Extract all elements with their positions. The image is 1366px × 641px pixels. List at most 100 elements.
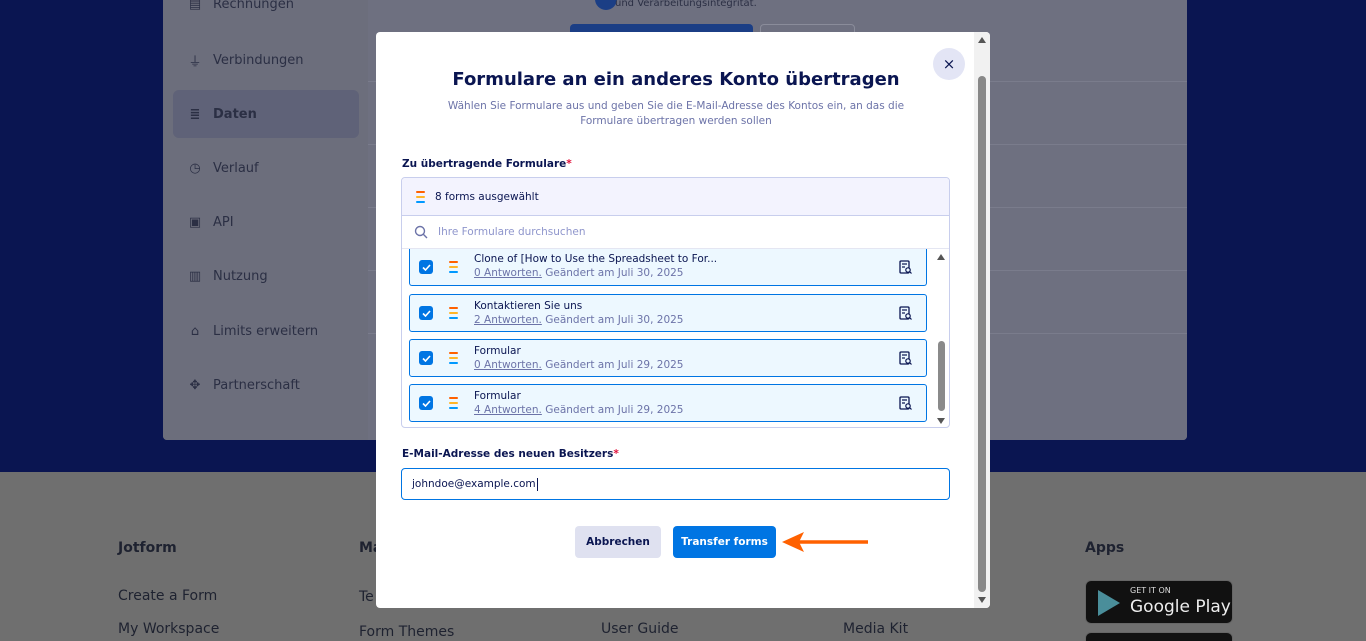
dialog-title: Formulare an ein anderes Konto übertrage…: [452, 69, 900, 90]
email-value: johndoe@example.com: [412, 478, 536, 490]
annotation-arrow-icon: [782, 532, 868, 552]
selected-count-header[interactable]: 8 forms ausgewählt: [402, 178, 949, 216]
scrollbar-thumb[interactable]: [938, 341, 945, 411]
plug-icon: ⏚: [188, 54, 202, 70]
footer-link-media-kit[interactable]: Media Kit: [843, 621, 908, 637]
google-play-badge[interactable]: GET IT ON Google Play: [1085, 580, 1233, 624]
sidebar-item-nutzung[interactable]: ▥ Nutzung: [173, 252, 359, 300]
form-list-item[interactable]: Formular 0 Antworten. Geändert am Juli 2…: [409, 339, 927, 377]
form-icon: [449, 307, 458, 319]
form-modified: Geändert am Juli 29, 2025: [545, 404, 684, 416]
form-meta: 0 Antworten. Geändert am Juli 30, 2025: [474, 267, 683, 279]
invoice-icon: ▤: [188, 0, 202, 12]
database-icon: ≣: [189, 106, 201, 122]
email-label-text: E-Mail-Adresse des neuen Besitzers: [402, 448, 614, 460]
form-responses-link[interactable]: 0 Antworten.: [474, 359, 542, 371]
check-icon: [421, 263, 431, 271]
form-icon: [416, 190, 425, 203]
form-responses-link[interactable]: 2 Antworten.: [474, 314, 542, 326]
form-list-item[interactable]: Clone of [How to Use the Spreadsheet to …: [409, 249, 927, 286]
text-caret: [536, 477, 538, 491]
sidebar-item-label: Verlauf: [213, 160, 259, 176]
form-title: Kontaktieren Sie uns: [474, 300, 583, 312]
sidebar-item-label: Verbindungen: [213, 52, 304, 68]
form-list-item[interactable]: Formular 4 Antworten. Geändert am Juli 2…: [409, 384, 927, 422]
handshake-icon: ✥: [189, 377, 201, 393]
footer-link-col2-first[interactable]: Te: [359, 589, 374, 605]
form-checkbox[interactable]: [419, 260, 433, 274]
compliance-text: und Verarbeitungsintegrität.: [615, 0, 757, 9]
form-checkbox[interactable]: [419, 351, 433, 365]
forms-list: Clone of [How to Use the Spreadsheet to …: [402, 249, 932, 427]
footer-link-user-guide[interactable]: User Guide: [601, 621, 678, 637]
form-preview-icon[interactable]: [899, 306, 912, 321]
form-preview-icon[interactable]: [899, 260, 912, 275]
gift-icon: ⌂: [190, 323, 200, 339]
scroll-up-icon[interactable]: [937, 254, 945, 260]
form-meta: 2 Antworten. Geändert am Juli 30, 2025: [474, 314, 683, 326]
form-responses-link[interactable]: 0 Antworten.: [474, 267, 542, 279]
form-checkbox[interactable]: [419, 306, 433, 320]
scroll-down-icon[interactable]: [978, 597, 986, 603]
selected-count: 8 forms ausgewählt: [435, 190, 539, 203]
transfer-forms-button[interactable]: Transfer forms: [673, 526, 776, 558]
forms-list-scrollbar[interactable]: [933, 249, 949, 427]
sidebar-item-label: Rechnungen: [213, 0, 295, 12]
scrollbar-thumb[interactable]: [978, 76, 986, 592]
form-checkbox[interactable]: [419, 396, 433, 410]
check-icon: [421, 399, 431, 407]
search-input[interactable]: Ihre Formulare durchsuchen: [438, 226, 585, 238]
dialog-subtitle: Wählen Sie Formulare aus und geben Sie d…: [447, 100, 905, 127]
footer-link-create-form[interactable]: Create a Form: [118, 588, 217, 604]
sidebar-item-label: Daten: [213, 106, 257, 122]
form-search[interactable]: Ihre Formulare durchsuchen: [402, 216, 949, 249]
sidebar-item-verbindungen[interactable]: ⏚ Verbindungen: [173, 36, 359, 84]
history-icon: ◷: [189, 160, 201, 176]
footer-link-form-themes[interactable]: Form Themes: [359, 624, 454, 640]
scroll-up-icon[interactable]: [978, 37, 986, 43]
form-title: Clone of [How to Use the Spreadsheet to …: [474, 253, 718, 265]
sidebar-item-label: Limits erweitern: [213, 323, 319, 339]
sidebar-item-verlauf[interactable]: ◷ Verlauf: [173, 144, 359, 192]
cancel-button[interactable]: Abbrechen: [575, 526, 661, 558]
form-modified: Geändert am Juli 29, 2025: [545, 359, 684, 371]
form-preview-icon[interactable]: [899, 396, 912, 411]
footer-link-my-workspace[interactable]: My Workspace: [118, 621, 219, 637]
check-icon: [421, 309, 431, 317]
form-icon: [449, 397, 458, 409]
transfer-forms-dialog: × Formulare an ein anderes Konto übertra…: [376, 32, 990, 608]
email-field[interactable]: johndoe@example.com: [401, 468, 950, 500]
app-store-badge[interactable]: [1085, 632, 1233, 641]
form-title: Formular: [474, 390, 521, 402]
form-preview-icon[interactable]: [899, 351, 912, 366]
api-icon: ▣: [188, 214, 202, 230]
badge-big-text: Google Play: [1130, 597, 1231, 617]
scroll-down-icon[interactable]: [937, 418, 945, 424]
form-title: Formular: [474, 345, 521, 357]
sidebar-item-limits[interactable]: ⌂ Limits erweitern: [173, 307, 359, 355]
email-label: E-Mail-Adresse des neuen Besitzers*: [402, 448, 619, 460]
sidebar-item-daten[interactable]: ≣ Daten: [173, 90, 359, 138]
footer-heading-apps: Apps: [1085, 540, 1125, 556]
form-meta: 0 Antworten. Geändert am Juli 29, 2025: [474, 359, 683, 371]
form-list-item[interactable]: Kontaktieren Sie uns 2 Antworten. Geände…: [409, 294, 927, 332]
forms-label: Zu übertragende Formulare*: [402, 158, 572, 170]
forms-label-text: Zu übertragende Formulare: [402, 158, 567, 170]
required-mark: *: [566, 158, 572, 170]
form-responses-link[interactable]: 4 Antworten.: [474, 404, 542, 416]
sidebar-item-api[interactable]: ▣ API: [173, 198, 359, 246]
check-icon: [421, 354, 431, 362]
form-meta: 4 Antworten. Geändert am Juli 29, 2025: [474, 404, 683, 416]
search-icon: [414, 225, 428, 239]
sidebar-item-label: Partnerschaft: [213, 377, 300, 393]
dialog-scrollbar[interactable]: [974, 32, 990, 608]
form-modified: Geändert am Juli 30, 2025: [545, 314, 684, 326]
form-icon: [449, 261, 458, 273]
footer-heading-jotform: Jotform: [118, 540, 177, 556]
sidebar-item-label: Nutzung: [213, 268, 268, 284]
sidebar-item-partnerschaft[interactable]: ✥ Partnerschaft: [173, 361, 359, 409]
badge-small-text: GET IT ON: [1130, 586, 1171, 595]
sidebar-item-rechnungen[interactable]: ▤ Rechnungen: [173, 0, 359, 28]
form-modified: Geändert am Juli 30, 2025: [545, 267, 684, 279]
bar-chart-icon: ▥: [188, 268, 202, 284]
